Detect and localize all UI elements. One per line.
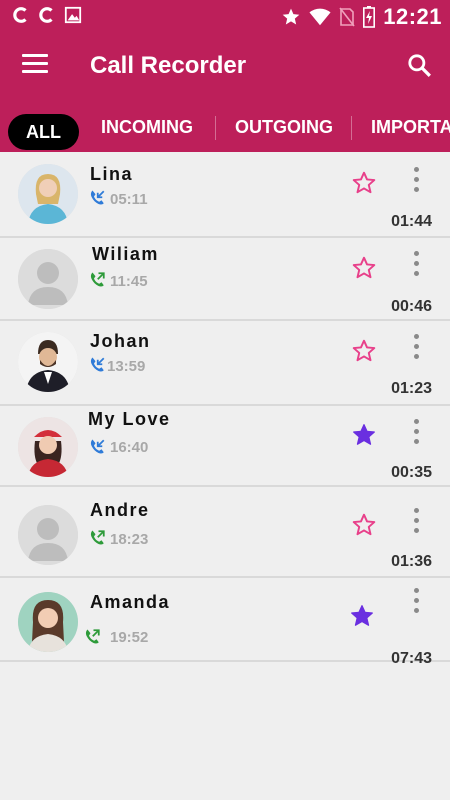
incoming-call-icon: [90, 190, 105, 205]
more-options-icon[interactable]: [410, 334, 422, 364]
contact-name: Wiliam: [92, 244, 159, 264]
more-options-icon[interactable]: [410, 251, 422, 281]
star-icon: [282, 8, 300, 25]
star-outline-icon[interactable]: [351, 255, 377, 281]
tab-important[interactable]: IMPORTANT: [371, 106, 450, 148]
call-duration: 01:36: [391, 553, 432, 570]
contact-name: My Love: [88, 409, 171, 429]
call-duration: 00:46: [391, 298, 432, 315]
call-time: 18:23: [110, 531, 149, 548]
call-item[interactable]: Lina 05:11 01:44: [0, 152, 450, 238]
tab-bar: ALL INCOMING OUTGOING IMPORTANT: [0, 106, 450, 152]
outgoing-call-icon: [90, 272, 105, 287]
avatar: [18, 164, 78, 224]
star-outline-icon[interactable]: [351, 338, 377, 364]
contact-name: Amanda: [90, 592, 171, 612]
outgoing-call-icon: [90, 530, 105, 545]
tab-divider: [351, 116, 352, 140]
avatar: [18, 249, 78, 309]
battery-charging-icon: [363, 6, 376, 28]
c-app-icon: [13, 7, 27, 23]
page-title: Call Recorder: [90, 52, 247, 79]
wifi-icon: [309, 8, 331, 26]
clock: 12:21: [383, 4, 442, 29]
call-duration: 01:23: [391, 380, 432, 397]
tab-divider: [215, 116, 216, 140]
image-icon: [64, 6, 82, 24]
call-duration: 00:35: [391, 464, 432, 481]
call-item[interactable]: Wiliam 11:45 00:46: [0, 238, 450, 321]
more-options-icon[interactable]: [410, 167, 422, 197]
more-options-icon[interactable]: [410, 588, 422, 618]
contact-name: Johan: [90, 331, 151, 351]
search-icon[interactable]: [406, 52, 432, 78]
c-app-icon: [39, 7, 53, 23]
avatar: [18, 332, 78, 392]
tab-outgoing[interactable]: OUTGOING: [235, 106, 333, 148]
incoming-call-icon: [90, 357, 105, 372]
app-bar: Call Recorder: [0, 34, 450, 106]
avatar: [18, 417, 78, 477]
more-options-icon[interactable]: [410, 419, 422, 449]
avatar: [18, 505, 78, 565]
more-options-icon[interactable]: [410, 508, 422, 538]
status-bar: 12:21: [0, 0, 450, 34]
call-item[interactable]: Andre 18:23 01:36: [0, 487, 450, 578]
call-duration: 01:44: [391, 213, 432, 230]
call-item[interactable]: My Love 16:40 00:35: [0, 406, 450, 487]
call-time: 19:52: [110, 629, 149, 646]
call-time: 13:59: [107, 358, 146, 375]
call-duration: 07:43: [391, 650, 432, 667]
star-filled-icon[interactable]: [351, 422, 377, 448]
tab-incoming[interactable]: INCOMING: [101, 106, 193, 148]
call-item[interactable]: Johan 13:59 01:23: [0, 321, 450, 406]
star-outline-icon[interactable]: [351, 512, 377, 538]
contact-name: Andre: [90, 500, 150, 520]
call-time: 05:11: [110, 191, 148, 208]
incoming-call-icon: [90, 439, 105, 454]
call-time: 16:40: [110, 439, 149, 456]
outgoing-call-icon: [85, 629, 100, 644]
avatar: [18, 592, 78, 652]
star-outline-icon[interactable]: [351, 170, 377, 196]
call-list: Lina 05:11 01:44 Wiliam 11:45 00:46 Joha…: [0, 152, 450, 800]
call-item[interactable]: Amanda 19:52 07:43: [0, 578, 450, 667]
star-filled-icon[interactable]: [349, 603, 375, 629]
no-sim-icon: [339, 7, 355, 27]
tab-all[interactable]: ALL: [8, 114, 79, 150]
hamburger-menu-icon[interactable]: [22, 54, 48, 78]
call-time: 11:45: [110, 273, 148, 290]
contact-name: Lina: [90, 164, 134, 184]
